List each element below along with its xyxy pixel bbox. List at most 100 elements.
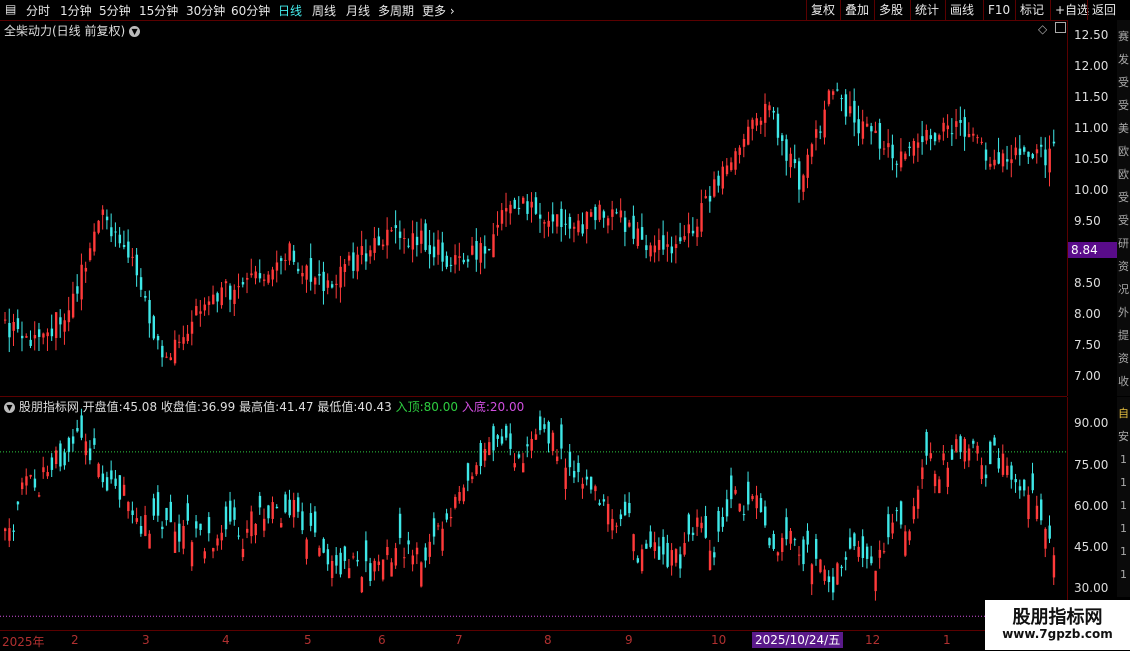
- strip-char: 自: [1118, 407, 1129, 420]
- candle: [611, 200, 614, 231]
- info-strip-bottom[interactable]: 自安 1 1 1 1 1 1: [1117, 397, 1130, 597]
- period-tab-1[interactable]: 1分钟: [60, 2, 92, 19]
- candle: [564, 209, 567, 236]
- candle: [101, 205, 105, 230]
- indicator-bar: [628, 492, 631, 518]
- toolbar-button-2[interactable]: 多股: [874, 0, 907, 20]
- toolbar-button-5[interactable]: F10: [983, 0, 1014, 20]
- period-tab-3[interactable]: 15分钟: [139, 2, 178, 19]
- candle: [195, 298, 198, 316]
- indicator-bar: [394, 542, 398, 569]
- candle: [466, 255, 470, 268]
- candle: [347, 251, 351, 266]
- indicator-bar: [1014, 473, 1017, 493]
- candle: [522, 196, 525, 204]
- candle: [810, 142, 814, 165]
- strip-char: 受: [1118, 214, 1129, 227]
- candle: [1040, 136, 1043, 158]
- candle: [1001, 149, 1005, 173]
- indicator-bar: [479, 440, 482, 475]
- indicator-bar: [246, 520, 249, 539]
- price-tick-1: 12.00: [1074, 58, 1109, 73]
- strip-char: 资: [1118, 260, 1129, 273]
- indicator-bar: [509, 423, 512, 456]
- indicator-bar: [959, 434, 962, 459]
- strip-char: 受: [1118, 76, 1129, 89]
- candle: [488, 248, 491, 252]
- indicator-bar: [122, 476, 126, 497]
- candle: [925, 124, 928, 145]
- indicator-bar: [810, 563, 814, 596]
- candle: [182, 325, 185, 351]
- indicator-bar: [415, 542, 419, 565]
- candle: [904, 151, 907, 161]
- candle: [819, 125, 822, 140]
- date-label-7: 8: [544, 633, 552, 647]
- candle: [29, 330, 32, 349]
- candle: [725, 158, 729, 177]
- candle: [645, 234, 648, 259]
- candle: [526, 194, 529, 221]
- candle: [1052, 129, 1056, 147]
- period-tab-0[interactable]: 分时: [26, 2, 50, 19]
- menu-grid-icon[interactable]: ▤: [5, 2, 16, 16]
- toolbar-button-0[interactable]: 复权: [806, 0, 839, 20]
- candle: [530, 192, 533, 223]
- watermark-url: www.7gpzb.com: [1002, 627, 1113, 641]
- date-label-4: 5: [304, 633, 312, 647]
- candle: [730, 157, 733, 172]
- toolbar-button-8[interactable]: 返回: [1087, 0, 1120, 20]
- candle: [738, 145, 741, 164]
- indicator-chart[interactable]: [0, 397, 1067, 630]
- candle: [598, 200, 601, 223]
- candle: [933, 131, 937, 146]
- info-strip-top[interactable]: 赛发受受美欧欧受受研资况外提资收: [1117, 20, 1130, 396]
- period-tab-10[interactable]: 更多 ›: [422, 2, 455, 19]
- indicator-bar: [33, 469, 37, 491]
- indicator-bar: [666, 534, 669, 569]
- candle: [224, 279, 228, 298]
- indicator-bar: [938, 476, 941, 494]
- indicator-bar: [258, 491, 262, 515]
- indicator-bar: [547, 420, 550, 453]
- indicator-bar: [488, 437, 491, 456]
- price-tick-11: 7.00: [1074, 369, 1101, 384]
- period-tab-9[interactable]: 多周期: [378, 2, 414, 19]
- candle: [88, 242, 92, 262]
- period-tab-4[interactable]: 30分钟: [186, 2, 225, 19]
- indicator-bar: [224, 501, 228, 537]
- price-candlestick-chart[interactable]: [0, 20, 1067, 396]
- candle: [538, 202, 542, 233]
- candle: [793, 144, 797, 169]
- candle: [131, 247, 134, 267]
- candle: [415, 221, 419, 257]
- candle: [263, 273, 266, 287]
- candle: [857, 105, 860, 146]
- period-tab-6[interactable]: 日线: [278, 2, 302, 19]
- price-tick-4: 10.50: [1074, 151, 1109, 166]
- period-tab-7[interactable]: 周线: [312, 2, 336, 19]
- date-label-2: 3: [142, 633, 150, 647]
- indicator-bar: [530, 431, 533, 459]
- indicator-bar: [12, 524, 15, 541]
- period-tab-8[interactable]: 月线: [346, 2, 370, 19]
- toolbar-button-4[interactable]: 画线: [945, 0, 978, 20]
- indicator-bar: [657, 537, 661, 561]
- indicator-bar: [411, 549, 415, 572]
- indicator-bar: [887, 506, 890, 545]
- indicator-bar: [831, 568, 835, 601]
- indicator-bar: [496, 433, 499, 447]
- date-label-11: 1: [943, 633, 951, 647]
- period-tab-5[interactable]: 60分钟: [231, 2, 270, 19]
- toolbar-button-3[interactable]: 统计: [910, 0, 943, 20]
- candle: [156, 333, 160, 350]
- toolbar-button-6[interactable]: 标记: [1015, 0, 1048, 20]
- indicator-bar: [848, 528, 852, 550]
- toolbar-button-1[interactable]: 叠加: [840, 0, 873, 20]
- indicator-bar: [640, 544, 644, 574]
- candle: [899, 138, 903, 172]
- current-price-tag: 8.84: [1068, 242, 1123, 258]
- period-tab-2[interactable]: 5分钟: [99, 2, 131, 19]
- candle: [216, 291, 219, 313]
- candle: [878, 118, 882, 160]
